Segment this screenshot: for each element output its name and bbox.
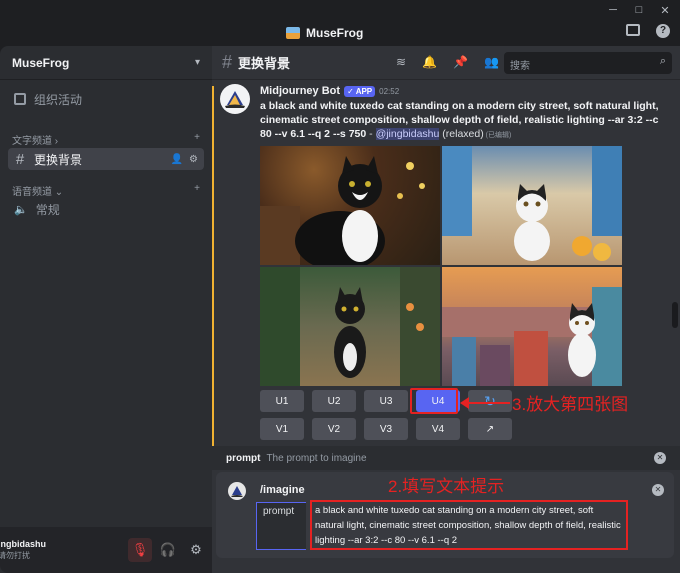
hash-icon: # [15, 150, 25, 168]
variation-buttons: V1 V2 V3 V4 ↗ [260, 418, 512, 440]
main-panel: # 更换背景 ≋ 🔔 📌 👥 搜索 ⌕ Midjourney Bot ✓ APP… [212, 46, 680, 573]
channel-title: 更换背景 [238, 56, 291, 71]
message-highlight-bar [212, 86, 214, 446]
settings-gear-icon[interactable]: ⚙ [184, 538, 208, 562]
v2-button[interactable]: V2 [312, 418, 356, 440]
close-window-button[interactable]: ✕ [658, 4, 672, 17]
channel-label: 更换背景 [34, 152, 83, 167]
headphones-icon[interactable]: 🎧 [156, 538, 180, 562]
close-icon[interactable]: ✕ [654, 452, 666, 464]
open-link-button[interactable]: ↗ [468, 418, 512, 440]
channel-header: # 更换背景 ≋ 🔔 📌 👥 搜索 ⌕ [212, 46, 680, 80]
voice-category-label: 语音频道 [12, 187, 52, 198]
user-mention[interactable]: @jingbidashu [375, 128, 440, 140]
v3-button[interactable]: V3 [364, 418, 408, 440]
search-input[interactable]: 搜索 ⌕ [504, 52, 672, 74]
u2-button[interactable]: U2 [312, 390, 356, 412]
annotation-step3: 3.放大第四张图 [512, 395, 629, 414]
bell-icon[interactable]: 🔔 [422, 55, 437, 69]
gear-icon[interactable]: ⚙ [189, 154, 198, 165]
calendar-icon [14, 93, 26, 105]
voice-channel-category[interactable]: 语音频道 ⌄ + [12, 183, 200, 198]
mic-muted-icon[interactable]: 🎙 [128, 538, 152, 562]
message-header: Midjourney Bot ✓ APP 02:52 [260, 85, 399, 97]
pin-icon[interactable]: 📌 [453, 55, 468, 69]
speaker-icon: 🔈 [14, 203, 28, 216]
add-member-icon[interactable]: 👤 [171, 154, 183, 165]
mode-text: (relaxed) [439, 128, 484, 140]
maximize-button[interactable]: □ [632, 4, 646, 17]
annotation-arrow-shaft [466, 402, 510, 404]
text-channel-category[interactable]: 文字频道 › + [12, 132, 200, 147]
prompt-input[interactable]: a black and white tuxedo cat standing on… [310, 500, 628, 550]
close-icon[interactable]: ✕ [652, 484, 664, 496]
members-icon[interactable]: 👥 [484, 55, 499, 69]
app-title-text: MuseFrog [306, 26, 364, 40]
user-panel: ingbidashu 请勿打扰 🎙 🎧 ⚙ [0, 527, 212, 573]
events-label: 组织活动 [34, 92, 83, 107]
image-tile-3[interactable] [260, 267, 440, 386]
server-header[interactable]: MuseFrog ▾ [0, 46, 212, 80]
inbox-icon[interactable] [626, 24, 640, 36]
user-status: 请勿打扰 [0, 551, 30, 560]
prompt-option-chip[interactable]: prompt [256, 502, 306, 550]
image-tile-2[interactable] [442, 146, 622, 265]
v1-button[interactable]: V1 [260, 418, 304, 440]
command-hint-bar: prompt The prompt to imagine ✕ [212, 446, 680, 470]
chevron-down-icon: ▾ [194, 57, 200, 68]
image-tile-1[interactable] [260, 146, 440, 265]
app-logo-icon [286, 27, 300, 39]
help-icon[interactable]: ? [656, 24, 670, 38]
app-title: MuseFrog [286, 26, 363, 40]
message-composer: /imagine 2.填写文本提示 ✕ prompt a black and w… [216, 472, 674, 558]
sidebar: MuseFrog ▾ 组织活动 文字频道 › + # 更换背景 👤 ⚙ 语音频道… [0, 46, 212, 573]
search-icon: ⌕ [659, 55, 666, 67]
add-text-channel-icon[interactable]: + [194, 132, 200, 147]
slash-command: /imagine [260, 484, 305, 496]
command-option-description: The prompt to imagine [266, 452, 367, 464]
server-name: MuseFrog [12, 55, 70, 70]
avatar[interactable] [220, 84, 250, 114]
voice-channel-label: 常规 [35, 202, 60, 217]
annotation-step2: 2.填写文本提示 [388, 477, 505, 496]
hash-icon: # [222, 52, 233, 72]
timestamp: 02:52 [379, 86, 400, 96]
search-placeholder: 搜索 [510, 61, 530, 72]
window-controls: ─ □ ✕ [606, 4, 672, 17]
bot-avatar [228, 482, 246, 500]
threads-icon[interactable]: ≋ [396, 55, 406, 69]
app-badge: ✓ APP [344, 85, 376, 97]
edited-tag: (已编辑) [483, 132, 512, 139]
scrollbar[interactable] [672, 302, 678, 328]
author-name[interactable]: Midjourney Bot [260, 85, 340, 97]
sidebar-item-channel[interactable]: # 更换背景 👤 ⚙ [8, 148, 204, 170]
annotation-highlight-box [410, 388, 458, 414]
image-tile-4[interactable] [442, 267, 622, 386]
separator: - [366, 128, 376, 140]
u3-button[interactable]: U3 [364, 390, 408, 412]
image-grid[interactable] [260, 146, 622, 386]
command-option-name: prompt [226, 452, 261, 464]
sidebar-item-events[interactable]: 组织活动 [8, 88, 204, 110]
title-bar: ─ □ ✕ MuseFrog ? [0, 0, 680, 46]
upscale-buttons: U1 U2 U3 U4 ↻ [260, 390, 512, 412]
user-name: ingbidashu [0, 539, 46, 549]
text-category-label: 文字频道 [12, 136, 52, 147]
message-content: a black and white tuxedo cat standing on… [260, 99, 660, 143]
sidebar-item-voice[interactable]: 🔈 常规 [8, 198, 204, 220]
u1-button[interactable]: U1 [260, 390, 304, 412]
user-info[interactable]: ingbidashu 请勿打扰 [0, 539, 46, 561]
v4-button[interactable]: V4 [416, 418, 460, 440]
minimize-button[interactable]: ─ [606, 4, 620, 17]
reroll-button[interactable]: ↻ [468, 390, 512, 412]
add-voice-channel-icon[interactable]: + [194, 183, 200, 198]
